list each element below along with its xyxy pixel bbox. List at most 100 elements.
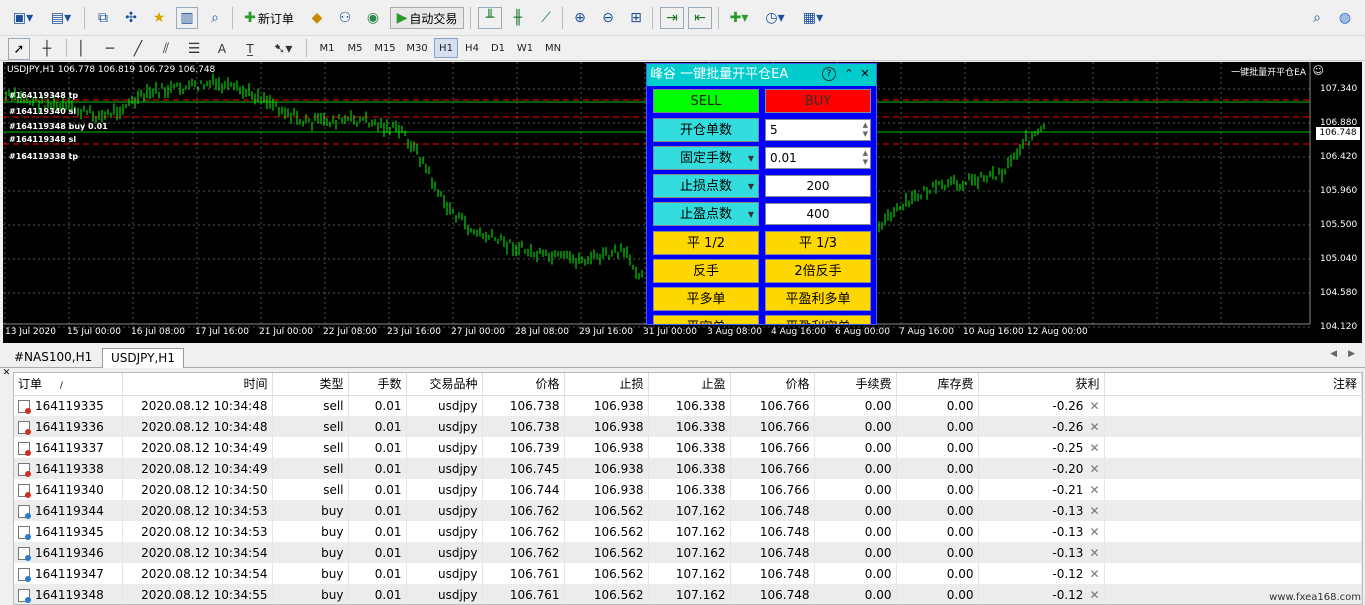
tp-points-input[interactable]: 400 [765, 203, 871, 225]
table-row[interactable]: 164119340 2020.08.12 10:34:50 sell 0.01 usdj… [14, 479, 1362, 500]
navigator-icon[interactable]: ▥ [176, 7, 198, 29]
col-sl[interactable]: 止损 [564, 373, 649, 396]
timeframe-m1-button[interactable]: M1 [314, 38, 340, 58]
text-label-icon[interactable]: T̲ [240, 38, 260, 60]
timeframe-w1-button[interactable]: W1 [512, 38, 538, 58]
close-profit-long-button[interactable]: 平盈利多单 [765, 287, 871, 311]
col-type[interactable]: 类型 [272, 373, 349, 396]
tp-mode-dropdown[interactable]: 止盈点数 ▼ [653, 202, 759, 226]
trendline-icon[interactable]: ╱ [128, 38, 148, 60]
close-order-icon[interactable]: ✕ [1089, 546, 1099, 560]
table-row[interactable]: 164119346 2020.08.12 10:34:54 buy 0.01 usdjp… [14, 542, 1362, 563]
sl-mode-dropdown[interactable]: 止损点数 ▼ [653, 174, 759, 198]
vertical-line-icon[interactable]: │ [72, 38, 90, 60]
close-short-button[interactable]: 平空单 [653, 315, 759, 324]
order-count-input[interactable]: 5 ▲ ▼ [765, 119, 871, 141]
table-row[interactable]: 164119338 2020.08.12 10:34:49 sell 0.01 usdj… [14, 458, 1362, 479]
timeframe-h1-button[interactable]: H1 [434, 38, 458, 58]
col-cur-price[interactable]: 价格 [730, 373, 815, 396]
timeframe-d1-button[interactable]: D1 [486, 38, 510, 58]
close-order-icon[interactable]: ✕ [1089, 588, 1099, 602]
templates-icon[interactable]: ▦▾ [798, 7, 828, 29]
sl-points-input[interactable]: 200 [765, 175, 871, 197]
buy-button[interactable]: BUY [765, 89, 871, 113]
table-row[interactable]: 164119335 2020.08.12 10:34:48 sell 0.01 usdj… [14, 395, 1362, 416]
market-icon[interactable]: ◉ [362, 7, 384, 29]
zoom-in-icon[interactable]: ⊕ [568, 7, 592, 29]
bar-chart-icon[interactable]: ╨ [478, 7, 502, 29]
timeframe-mn-button[interactable]: MN [540, 38, 566, 58]
auto-trading-button[interactable]: ▶ 自动交易 [390, 7, 464, 29]
tab-scroll-right-icon[interactable]: ▶ [1348, 349, 1355, 359]
col-symbol[interactable]: 交易品种 [406, 373, 483, 396]
candlestick-icon[interactable]: ╫ [506, 7, 530, 29]
table-row[interactable]: 164119337 2020.08.12 10:34:49 sell 0.01 usdj… [14, 437, 1362, 458]
table-row[interactable]: 164119348 2020.08.12 10:34:55 buy 0.01 usdjp… [14, 584, 1362, 604]
timeframe-h4-button[interactable]: H4 [460, 38, 484, 58]
lot-mode-dropdown[interactable]: 固定手数 ▼ [653, 146, 759, 170]
market-watch-icon[interactable]: ⧉ [92, 7, 114, 29]
chart-shift-icon[interactable]: ⇤ [688, 7, 712, 29]
metaeditor-icon[interactable]: ◆ [306, 7, 328, 29]
table-row[interactable]: 164119347 2020.08.12 10:34:54 buy 0.01 usdjp… [14, 563, 1362, 584]
new-order-button[interactable]: ✚ 新订单 [238, 7, 300, 29]
price-chart[interactable]: USDJPY,H1 106.778 106.819 106.729 106.74… [3, 62, 1362, 343]
tab-nas100[interactable]: #NAS100,H1 [6, 348, 100, 368]
close-order-icon[interactable]: ✕ [1089, 483, 1099, 497]
table-row[interactable]: 164119336 2020.08.12 10:34:48 sell 0.01 usdj… [14, 416, 1362, 437]
close-icon[interactable]: ✕ [858, 67, 872, 81]
close-order-icon[interactable]: ✕ [1089, 420, 1099, 434]
close-order-icon[interactable]: ✕ [1089, 441, 1099, 455]
close-order-icon[interactable]: ✕ [1089, 399, 1099, 413]
signals-icon[interactable]: ⚇ [334, 7, 356, 29]
indicators-icon[interactable]: ✚▾ [724, 7, 754, 29]
sell-button[interactable]: SELL [653, 89, 759, 113]
periods-clock-icon[interactable]: ◷▾ [760, 7, 790, 29]
search-icon[interactable]: ⌕ [1306, 7, 1328, 29]
close-icon[interactable]: ✕ [3, 368, 11, 378]
chat-icon[interactable]: ◍ [1334, 7, 1356, 29]
close-half-button[interactable]: 平 1/2 [653, 231, 759, 255]
close-order-icon[interactable]: ✕ [1089, 567, 1099, 581]
fibonacci-icon[interactable]: ☰ [184, 38, 204, 60]
timeframe-m5-button[interactable]: M5 [342, 38, 368, 58]
zoom-out-icon[interactable]: ⊖ [596, 7, 620, 29]
spinner-icon[interactable]: ▲ ▼ [863, 121, 868, 139]
equidistant-channel-icon[interactable]: ⫽ [156, 38, 176, 60]
col-commission[interactable]: 手续费 [814, 373, 897, 396]
strategy-tester-icon[interactable]: ⌕ [204, 7, 226, 29]
timeframe-m15-button[interactable]: M15 [370, 38, 400, 58]
col-price[interactable]: 价格 [482, 373, 565, 396]
crosshair-nav-icon[interactable]: ✣ [120, 7, 142, 29]
cursor-icon[interactable]: ➚ [8, 38, 30, 60]
close-long-button[interactable]: 平多单 [653, 287, 759, 311]
col-tp[interactable]: 止盈 [648, 373, 731, 396]
minimize-chevron-icon[interactable]: ⌃ [842, 67, 856, 81]
favorites-star-icon[interactable]: ★ [148, 7, 170, 29]
reverse-button[interactable]: 反手 [653, 259, 759, 283]
arrows-icon[interactable]: ➷▾ [268, 38, 298, 60]
col-swap[interactable]: 库存费 [896, 373, 979, 396]
double-reverse-button[interactable]: 2倍反手 [765, 259, 871, 283]
table-row[interactable]: 164119344 2020.08.12 10:34:53 buy 0.01 usdjp… [14, 500, 1362, 521]
close-order-icon[interactable]: ✕ [1089, 525, 1099, 539]
col-comment[interactable]: 注释 [1104, 373, 1362, 396]
col-lots[interactable]: 手数 [348, 373, 407, 396]
table-row[interactable]: 164119345 2020.08.12 10:34:53 buy 0.01 usdjp… [14, 521, 1362, 542]
line-chart-icon[interactable]: ⟋ [534, 7, 558, 29]
help-icon[interactable]: ? [822, 67, 836, 81]
text-icon[interactable]: A [212, 38, 232, 60]
profiles-icon[interactable]: ▤▾ [46, 7, 76, 29]
crosshair-icon[interactable]: ┼ [36, 38, 58, 60]
col-profit[interactable]: 获利 [978, 373, 1105, 396]
tile-windows-icon[interactable]: ⊞ [624, 7, 648, 29]
new-chart-icon[interactable]: ▣▾ [8, 7, 38, 29]
close-profit-short-button[interactable]: 平盈利空单 [765, 315, 871, 324]
spinner-icon[interactable]: ▲ ▼ [863, 149, 868, 167]
close-order-icon[interactable]: ✕ [1089, 462, 1099, 476]
horizontal-line-icon[interactable]: ─ [100, 38, 120, 60]
autoscroll-icon[interactable]: ⇥ [660, 7, 684, 29]
close-third-button[interactable]: 平 1/3 [765, 231, 871, 255]
col-time[interactable]: 时间 [122, 373, 273, 396]
tab-scroll-left-icon[interactable]: ◀ [1330, 349, 1337, 359]
